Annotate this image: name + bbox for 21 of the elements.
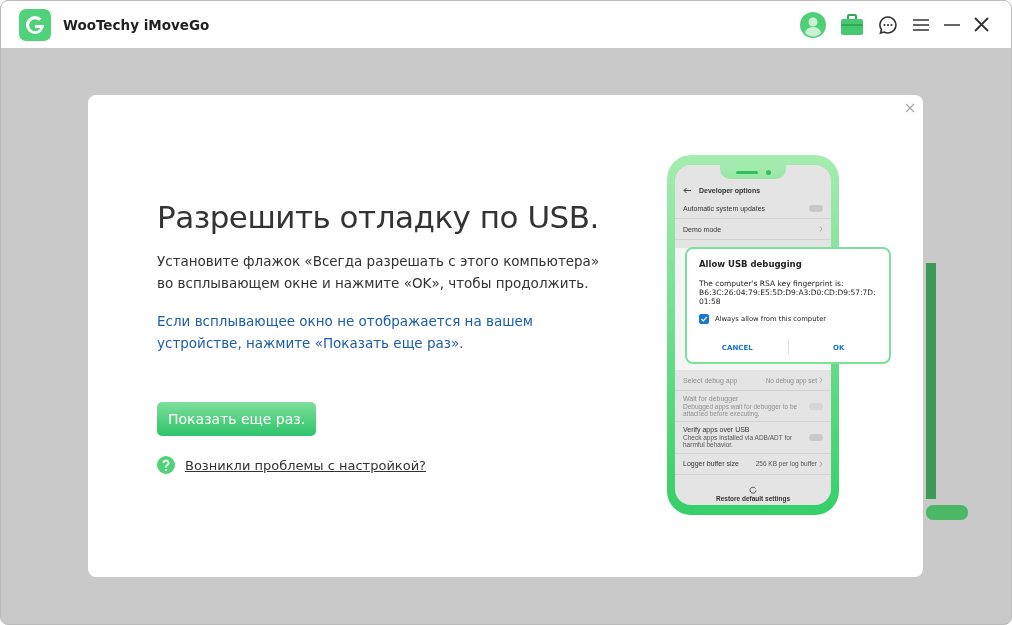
restore-icon[interactable] [749,486,757,494]
chevron-icon [819,226,823,232]
minimize-icon[interactable] [944,23,960,26]
chat-icon[interactable] [878,14,898,35]
dialog-title: Allow USB debugging [699,259,803,269]
app-title: WooTechy iMoveGo [63,16,210,33]
hint-text: Если всплывающее окно не отображается на вашем устройстве, нажмите «Показать еще раз». [157,312,535,353]
instruction-text: Установите флажок «Всегда разрешать с этого компьютера» во всплывающем окне и нажмите «OK», чтобы продолжить. [157,252,601,293]
toolbox-icon[interactable] [840,13,864,36]
toggle-switch[interactable] [809,433,823,441]
help-icon [157,456,175,474]
modal-heading: Разрешить отладку по USB. [157,199,600,235]
app-logo-icon [19,8,51,41]
checkbox[interactable] [699,314,709,324]
close-icon[interactable] [974,17,989,32]
chevron-icon [819,460,823,467]
back-arrow-icon[interactable] [683,187,691,194]
toggle-switch[interactable] [809,204,823,212]
chevron-icon [819,377,823,383]
help-link[interactable]: Возникли проблемы с настройкой? [185,457,426,473]
menu-icon[interactable] [912,17,930,32]
